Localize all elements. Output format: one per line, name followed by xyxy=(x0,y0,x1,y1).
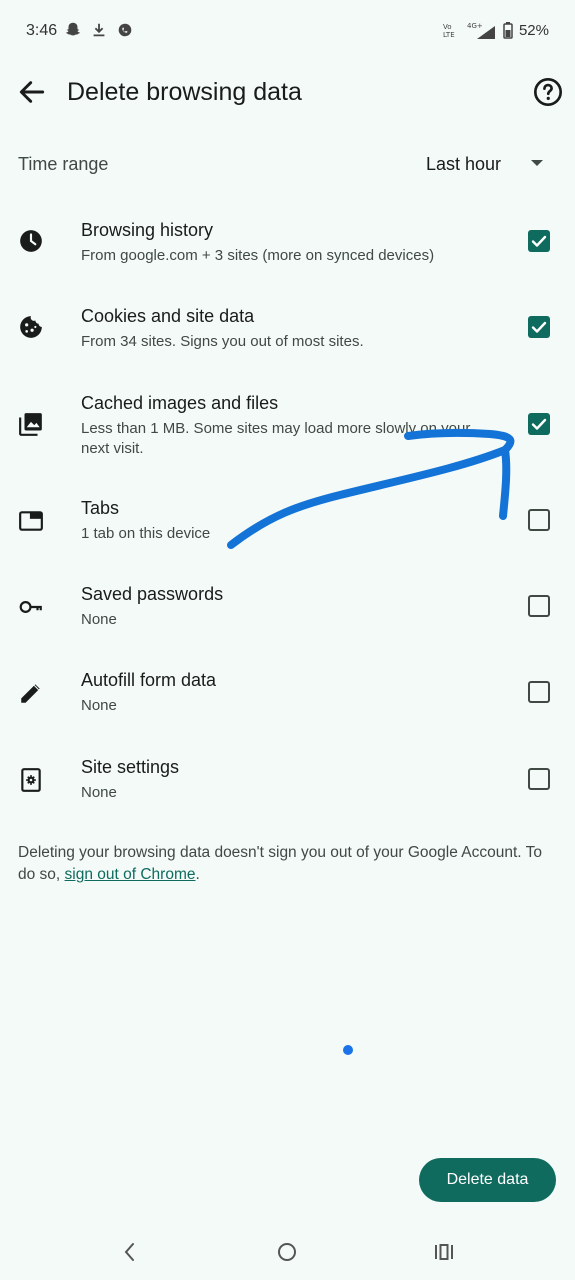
option-title: Cookies and site data xyxy=(81,306,255,326)
svg-text:4G+: 4G+ xyxy=(467,22,483,30)
back-arrow-icon[interactable] xyxy=(16,76,48,108)
option-subtitle: None xyxy=(81,784,117,801)
option-cached-images[interactable]: Cached images and files Less than 1 MB. … xyxy=(0,391,575,463)
signal-icon: 4G+ xyxy=(467,22,495,39)
checkmark-icon xyxy=(531,418,547,430)
system-nav-bar xyxy=(0,1228,575,1280)
checkbox-autofill[interactable] xyxy=(528,681,550,703)
snapchat-icon xyxy=(65,22,81,36)
nav-recents-icon[interactable] xyxy=(433,1241,455,1263)
dropdown-arrow-icon[interactable] xyxy=(530,158,544,168)
time-range-select[interactable]: Last hour xyxy=(426,152,501,176)
status-bar: 3:46 Vo LTE 4G+ 52% xyxy=(0,0,575,62)
key-icon xyxy=(19,601,42,613)
time-range-label: Time range xyxy=(18,154,109,174)
option-subtitle: From google.com + 3 sites (more on synce… xyxy=(81,247,435,264)
checkbox-cookies[interactable] xyxy=(528,316,550,338)
option-title: Saved passwords xyxy=(81,584,224,604)
nav-back-icon[interactable] xyxy=(120,1240,140,1264)
checkmark-icon xyxy=(531,321,547,333)
option-browsing-history[interactable]: Browsing history From google.com + 3 sit… xyxy=(0,218,575,278)
whatsapp-icon xyxy=(118,23,132,37)
battery-percent: 52% xyxy=(518,21,549,39)
checkbox-tabs[interactable] xyxy=(528,509,550,531)
option-subtitle: None xyxy=(81,611,117,628)
volte-icon: VoLTE xyxy=(443,23,455,39)
cookie-icon xyxy=(20,316,42,338)
checkmark-icon xyxy=(531,235,547,247)
note-end: . xyxy=(195,866,200,883)
svg-text:LTE: LTE xyxy=(443,31,455,39)
site-settings-icon xyxy=(21,768,41,792)
pencil-icon xyxy=(21,684,40,703)
option-title: Cached images and files xyxy=(81,393,279,413)
nav-home-icon[interactable] xyxy=(276,1241,298,1263)
option-subtitle: 1 tab on this device xyxy=(81,525,211,542)
option-subtitle: From 34 sites. Signs you out of most sit… xyxy=(81,333,364,350)
page-title: Delete browsing data xyxy=(67,78,302,106)
option-title: Browsing history xyxy=(81,220,214,240)
option-autofill[interactable]: Autofill form data None xyxy=(0,668,575,728)
option-tabs[interactable]: Tabs 1 tab on this device xyxy=(0,496,575,556)
option-subtitle: Less than 1 MB. Some sites may load more… xyxy=(81,420,471,457)
delete-data-button[interactable]: Delete data xyxy=(419,1158,556,1202)
status-time: 3:46 xyxy=(26,22,58,39)
sign-out-note: Deleting your browsing data doesn't sign… xyxy=(18,842,558,886)
battery-icon xyxy=(503,21,513,39)
checkbox-site-settings[interactable] xyxy=(528,768,550,790)
help-icon[interactable] xyxy=(532,76,564,108)
images-icon xyxy=(19,413,42,436)
download-icon xyxy=(93,23,105,37)
checkbox-browsing-history[interactable] xyxy=(528,230,550,252)
option-title: Site settings xyxy=(81,757,180,777)
checkbox-cached-images[interactable] xyxy=(528,413,550,435)
tab-icon xyxy=(19,511,43,531)
page-indicator-dot xyxy=(343,1045,353,1055)
option-site-settings[interactable]: Site settings None xyxy=(0,755,575,815)
option-subtitle: None xyxy=(81,697,117,714)
option-title: Autofill form data xyxy=(81,670,217,690)
checkbox-saved-passwords[interactable] xyxy=(528,595,550,617)
option-cookies[interactable]: Cookies and site data From 34 sites. Sig… xyxy=(0,304,575,364)
clock-icon xyxy=(20,230,42,252)
option-title: Tabs xyxy=(81,498,120,518)
option-saved-passwords[interactable]: Saved passwords None xyxy=(0,582,575,642)
sign-out-link[interactable]: sign out of Chrome xyxy=(65,866,196,883)
svg-text:Vo: Vo xyxy=(443,23,452,31)
